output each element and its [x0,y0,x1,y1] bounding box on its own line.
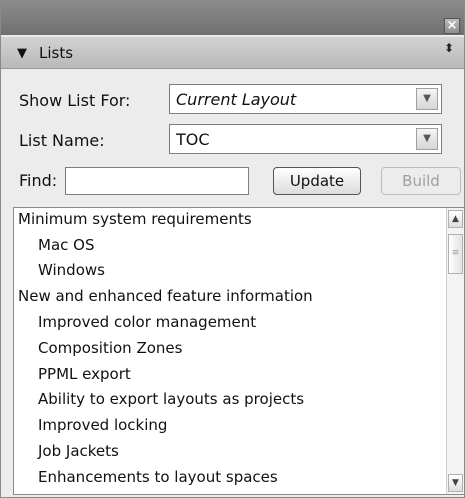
chevron-down-icon[interactable]: ▼ [416,88,438,110]
chevron-down-icon[interactable]: ▼ [416,128,438,150]
list-item[interactable]: Improved color management [38,313,256,331]
list-name-select[interactable]: TOC ▼ [169,124,442,154]
build-button[interactable]: Build [381,167,461,195]
list-item[interactable]: New and enhanced feature information [18,287,313,305]
palette-titlebar[interactable]: × [1,1,464,35]
list-item[interactable]: Windows [38,261,105,279]
list-item[interactable]: Enhancements to layout spaces [38,468,278,486]
lists-section-header[interactable]: ▼ Lists ⬍ [1,37,464,69]
show-list-for-label: Show List For: [19,91,131,110]
find-input[interactable] [65,167,249,195]
list-item[interactable]: Job Jackets [38,442,119,460]
list-name-label: List Name: [19,131,105,150]
list-item[interactable]: Ability to export layouts as projects [38,390,304,408]
scroll-down-arrow-icon[interactable]: ▼ [448,474,463,492]
list-entries[interactable]: Minimum system requirements Mac OS Windo… [13,207,465,495]
vertical-scrollbar[interactable]: ▲ ≡ ▼ [446,208,464,494]
list-item[interactable]: Mac OS [38,236,94,254]
find-label: Find: [19,171,58,190]
scroll-thumb[interactable]: ≡ [448,234,463,274]
list-item[interactable]: Composition Zones [38,339,182,357]
lists-palette: × ▼ Lists ⬍ Show List For: Current Layou… [0,0,465,498]
show-list-for-select[interactable]: Current Layout ▼ [169,84,442,114]
update-button[interactable]: Update [273,167,361,195]
list-name-value: TOC [176,130,210,149]
list-item[interactable]: Improved locking [38,416,167,434]
list-item[interactable]: Minimum system requirements [18,210,252,228]
show-list-for-value: Current Layout [176,90,297,109]
updown-arrows-icon[interactable]: ⬍ [444,42,454,54]
collapse-triangle-icon[interactable]: ▼ [17,47,27,60]
close-icon[interactable]: × [444,18,460,34]
section-title: Lists [39,44,74,62]
scroll-up-arrow-icon[interactable]: ▲ [448,210,463,228]
list-item[interactable]: PPML export [38,365,131,383]
